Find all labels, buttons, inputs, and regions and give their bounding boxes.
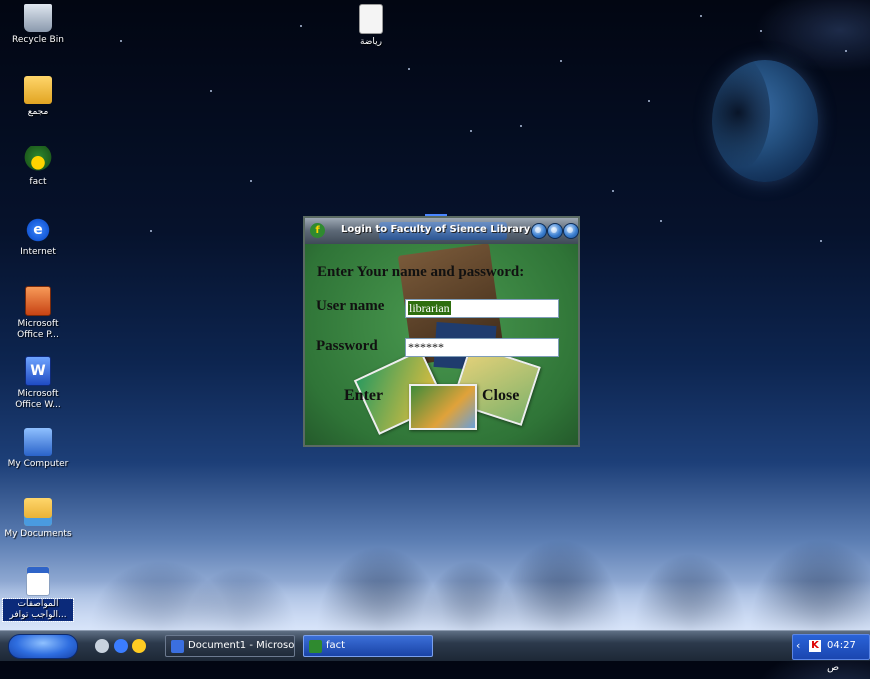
messenger-icon[interactable]: [132, 639, 146, 653]
desktop-icon-word[interactable]: W Microsoft Office W...: [3, 356, 73, 411]
close-window-button[interactable]: [563, 223, 579, 239]
my-documents-icon: [24, 498, 52, 526]
fact-app-icon: [309, 640, 322, 653]
desktop-icon-label: Microsoft Office P...: [17, 319, 59, 340]
desktop-icon-label: رياضة: [359, 37, 383, 47]
taskbar-item-label: Document1 - Microso...: [188, 640, 295, 651]
taskbar: Document1 - Microso... fact ‹ K 04:27 ص: [0, 630, 870, 673]
maximize-button[interactable]: [547, 223, 563, 239]
fact-app-icon: f: [310, 223, 325, 238]
taskbar-item-label: fact: [326, 640, 346, 651]
desktop-icon-fact[interactable]: fact: [3, 146, 73, 188]
folder-icon: [24, 76, 52, 104]
desktop-icon-text-file[interactable]: رياضة: [336, 4, 406, 48]
recycle-bin-icon: [24, 4, 52, 32]
desktop-icon-label: المواصفات ...الواجب توافر: [2, 598, 74, 622]
start-button[interactable]: [8, 634, 78, 659]
my-computer-icon: [24, 428, 52, 456]
desktop-icon-word-document[interactable]: المواصفات ...الواجب توافر: [2, 566, 74, 622]
taskbar-item-document[interactable]: Document1 - Microso...: [165, 635, 295, 657]
chevron-left-icon[interactable]: ‹: [796, 635, 800, 657]
login-heading: Enter Your name and password:: [317, 264, 525, 280]
fact-app-icon: [24, 146, 52, 174]
word-icon: W: [25, 356, 51, 386]
username-input[interactable]: librarian: [405, 299, 559, 318]
desktop-icon-label: مجمع: [27, 107, 49, 117]
desktop-icon-my-computer[interactable]: My Computer: [3, 428, 73, 470]
dialog-titlebar[interactable]: f Login to Faculty of Sience Library: [305, 218, 579, 244]
minimize-button[interactable]: [531, 223, 547, 239]
enter-button[interactable]: Enter: [344, 387, 383, 405]
desktop-icon-recycle-bin[interactable]: Recycle Bin: [3, 4, 73, 46]
word-icon: [171, 640, 184, 653]
system-tray: ‹ K 04:27 ص: [792, 634, 870, 673]
desktop-icon-label: fact: [29, 177, 47, 187]
username-value: librarian: [408, 301, 451, 315]
username-label: User name: [316, 298, 385, 314]
internet-explorer-icon: e: [24, 216, 52, 244]
password-input[interactable]: ******: [405, 338, 559, 357]
text-file-icon: [359, 4, 383, 34]
desktop-icon-internet[interactable]: e Internet: [3, 216, 73, 258]
desktop-icon-folder[interactable]: مجمع: [3, 76, 73, 118]
desktop-icon-label: Microsoft Office W...: [15, 389, 61, 410]
kaspersky-icon[interactable]: K: [809, 640, 821, 652]
internet-explorer-icon[interactable]: [114, 639, 128, 653]
desktop-icon-powerpoint[interactable]: Microsoft Office P...: [3, 286, 73, 341]
desktop-icon-label: My Computer: [7, 459, 69, 469]
word-document-icon: [26, 566, 50, 596]
password-label: Password: [316, 338, 378, 354]
powerpoint-icon: [25, 286, 51, 316]
dialog-content: Enter Your name and password: User name …: [305, 244, 578, 445]
taskbar-item-fact[interactable]: fact: [303, 635, 433, 657]
login-dialog: f Login to Faculty of Sience Library Ent…: [303, 216, 580, 447]
desktop-icon-my-documents[interactable]: My Documents: [3, 498, 73, 540]
desktop-icon-label: Internet: [20, 247, 56, 257]
show-desktop-icon[interactable]: [95, 639, 109, 653]
desktop-icon-label: My Documents: [4, 529, 72, 539]
dialog-title: Login to Faculty of Sience Library: [341, 224, 531, 235]
close-button[interactable]: Close: [482, 387, 519, 405]
clock[interactable]: 04:27 ص: [827, 635, 869, 679]
desktop-icon-label: Recycle Bin: [12, 35, 64, 45]
